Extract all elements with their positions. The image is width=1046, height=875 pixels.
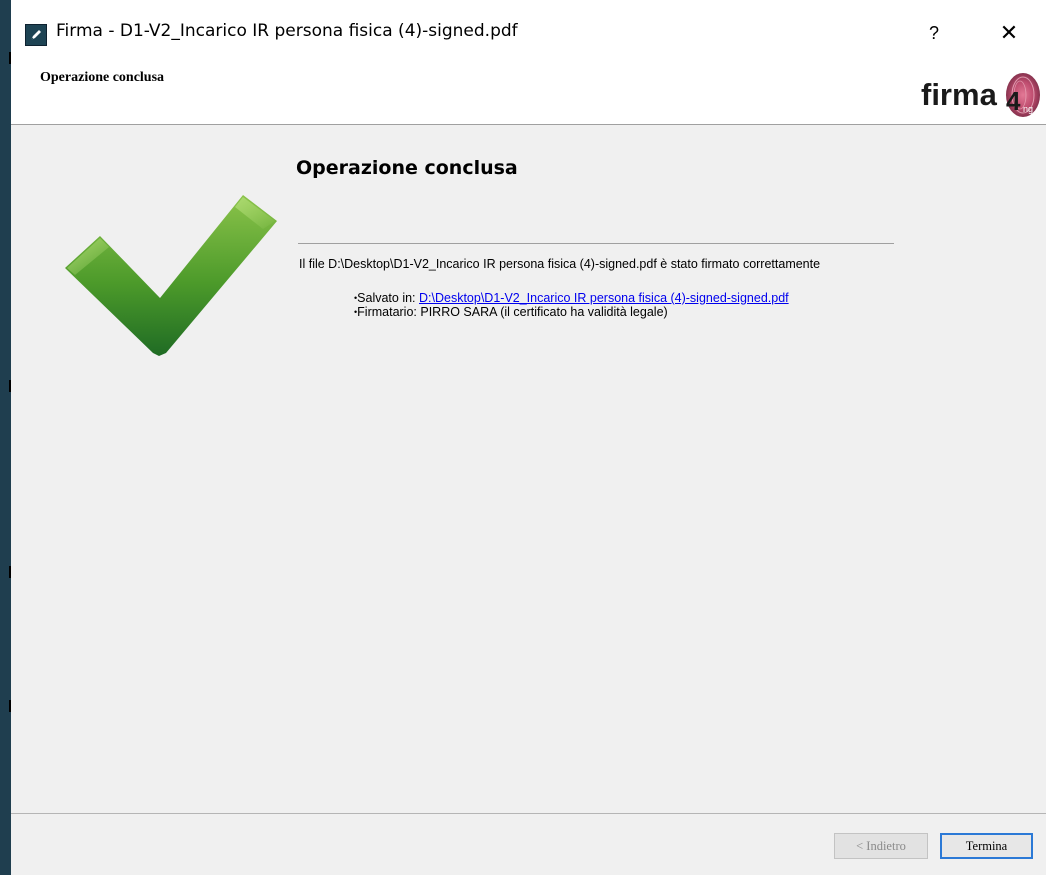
content-panel: Operazione conclusa Il file D:\Desktop\D… (11, 125, 1046, 813)
svg-text:4: 4 (1006, 86, 1021, 116)
back-button[interactable]: < Indietro (834, 833, 928, 859)
saved-location-row: •Salvato in: D:\Desktop\D1-V2_Incarico I… (354, 291, 789, 305)
header-title: Operazione conclusa (40, 70, 165, 85)
close-button[interactable]: ✕ (989, 18, 1029, 48)
svg-text:firma: firma (921, 77, 998, 112)
saved-file-link[interactable]: D:\Desktop\D1-V2_Incarico IR persona fis… (419, 291, 789, 305)
pen-icon (25, 24, 47, 46)
signer-text: Firmatario: PIRRO SARA (il certificato h… (357, 305, 668, 319)
signer-row: •Firmatario: PIRRO SARA (il certificato … (354, 305, 789, 319)
content-title: Operazione conclusa (296, 157, 518, 179)
firma4-logo: firma 4 ng (919, 65, 1046, 123)
success-message: Il file D:\Desktop\D1-V2_Incarico IR per… (299, 257, 821, 271)
finish-button[interactable]: Termina (940, 833, 1033, 859)
content-divider (298, 243, 894, 244)
signature-wizard-window: Firma - D1-V2_Incarico IR persona fisica… (11, 0, 1046, 875)
svg-text:ng: ng (1023, 104, 1033, 114)
window-title: Firma - D1-V2_Incarico IR persona fisica… (56, 21, 518, 41)
help-button[interactable]: ? (919, 18, 949, 48)
footer-bar: < Indietro Termina (11, 814, 1046, 875)
success-checkmark-icon (63, 191, 281, 357)
result-details: •Salvato in: D:\Desktop\D1-V2_Incarico I… (354, 291, 789, 319)
saved-label: Salvato in: (357, 291, 419, 305)
title-bar[interactable]: Firma - D1-V2_Incarico IR persona fisica… (11, 0, 1046, 58)
window-left-edge (0, 0, 11, 875)
